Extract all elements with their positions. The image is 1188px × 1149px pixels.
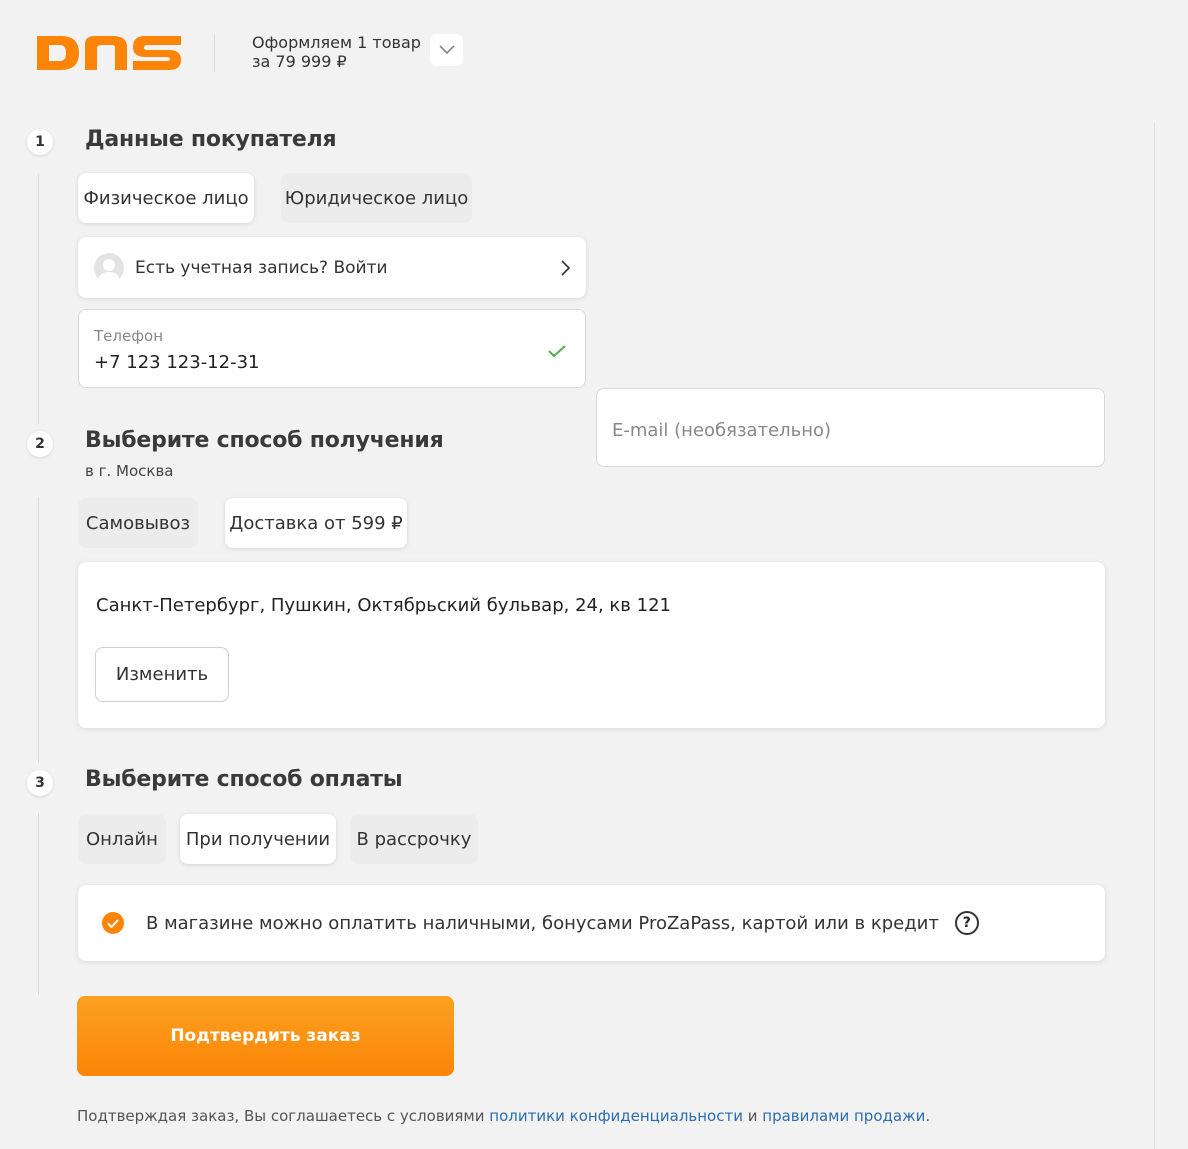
login-prompt-label: Есть учетная запись? Войти bbox=[135, 257, 388, 278]
order-summary: Оформляем 1 товар за 79 999 ₽ bbox=[252, 33, 421, 71]
payment-method-installment[interactable]: В рассрочку bbox=[350, 814, 478, 864]
step3-title: Выберите способ оплаты bbox=[85, 767, 403, 792]
step3-number: 3 bbox=[27, 770, 53, 796]
chevron-right-icon bbox=[561, 259, 570, 276]
step1-number: 1 bbox=[27, 129, 53, 155]
delivery-method-courier[interactable]: Доставка от 599 ₽ bbox=[225, 498, 407, 548]
phone-field[interactable]: Телефон +7 123 123-12-31 bbox=[78, 309, 586, 388]
payment-option-label: В магазине можно оплатить наличными, бон… bbox=[146, 912, 939, 934]
user-avatar-icon bbox=[94, 252, 124, 283]
step2-title: Выберите способ получения bbox=[85, 428, 444, 453]
payment-method-on-receipt[interactable]: При получении bbox=[180, 814, 336, 864]
email-placeholder: E-mail (необязательно) bbox=[612, 420, 832, 441]
terms-suffix: . bbox=[925, 1107, 931, 1125]
terms-prefix: Подтверждая заказ, Вы соглашаетесь с усл… bbox=[77, 1107, 490, 1125]
checkmark-icon bbox=[548, 345, 566, 358]
login-prompt[interactable]: Есть учетная запись? Войти bbox=[78, 237, 586, 298]
delivery-address-card bbox=[78, 562, 1105, 728]
privacy-policy-link[interactable]: политики конфиденциальности bbox=[489, 1107, 743, 1125]
step2-connector bbox=[38, 497, 39, 763]
phone-value[interactable]: +7 123 123-12-31 bbox=[94, 352, 260, 373]
sales-rules-link[interactable]: правилами продажи bbox=[762, 1107, 925, 1125]
content-right-border bbox=[1154, 122, 1155, 1149]
delivery-method-pickup[interactable]: Самовывоз bbox=[78, 498, 198, 548]
step1-title: Данные покупателя bbox=[85, 127, 337, 152]
step2-number: 2 bbox=[27, 431, 53, 457]
order-summary-count: Оформляем 1 товар bbox=[252, 33, 421, 52]
question-circle-icon[interactable]: ? bbox=[954, 911, 979, 935]
delivery-address: Санкт-Петербург, Пушкин, Октябрьский бул… bbox=[96, 595, 671, 616]
buyer-type-company[interactable]: Юридическое лицо bbox=[281, 173, 472, 223]
dns-logo-icon[interactable] bbox=[35, 33, 183, 73]
check-circle-icon bbox=[102, 912, 124, 934]
payment-option-card[interactable]: В магазине можно оплатить наличными, бон… bbox=[78, 885, 1105, 961]
terms-notice: Подтверждая заказ, Вы соглашаетесь с усл… bbox=[77, 1107, 930, 1125]
header-divider bbox=[214, 34, 215, 72]
payment-method-online[interactable]: Онлайн bbox=[78, 814, 166, 864]
step1-connector bbox=[38, 174, 39, 424]
confirm-order-button[interactable]: Подтвердить заказ bbox=[77, 996, 454, 1076]
email-field[interactable]: E-mail (необязательно) bbox=[596, 388, 1105, 467]
phone-caption: Телефон bbox=[94, 327, 164, 345]
change-address-button[interactable]: Изменить bbox=[95, 647, 229, 702]
chevron-down-icon bbox=[438, 45, 455, 55]
terms-middle: и bbox=[742, 1107, 763, 1125]
step3-connector bbox=[38, 813, 39, 995]
buyer-type-individual[interactable]: Физическое лицо bbox=[78, 173, 254, 223]
order-details-toggle[interactable] bbox=[430, 34, 463, 66]
order-summary-total: за 79 999 ₽ bbox=[252, 52, 347, 71]
delivery-city: в г. Москва bbox=[85, 462, 174, 480]
